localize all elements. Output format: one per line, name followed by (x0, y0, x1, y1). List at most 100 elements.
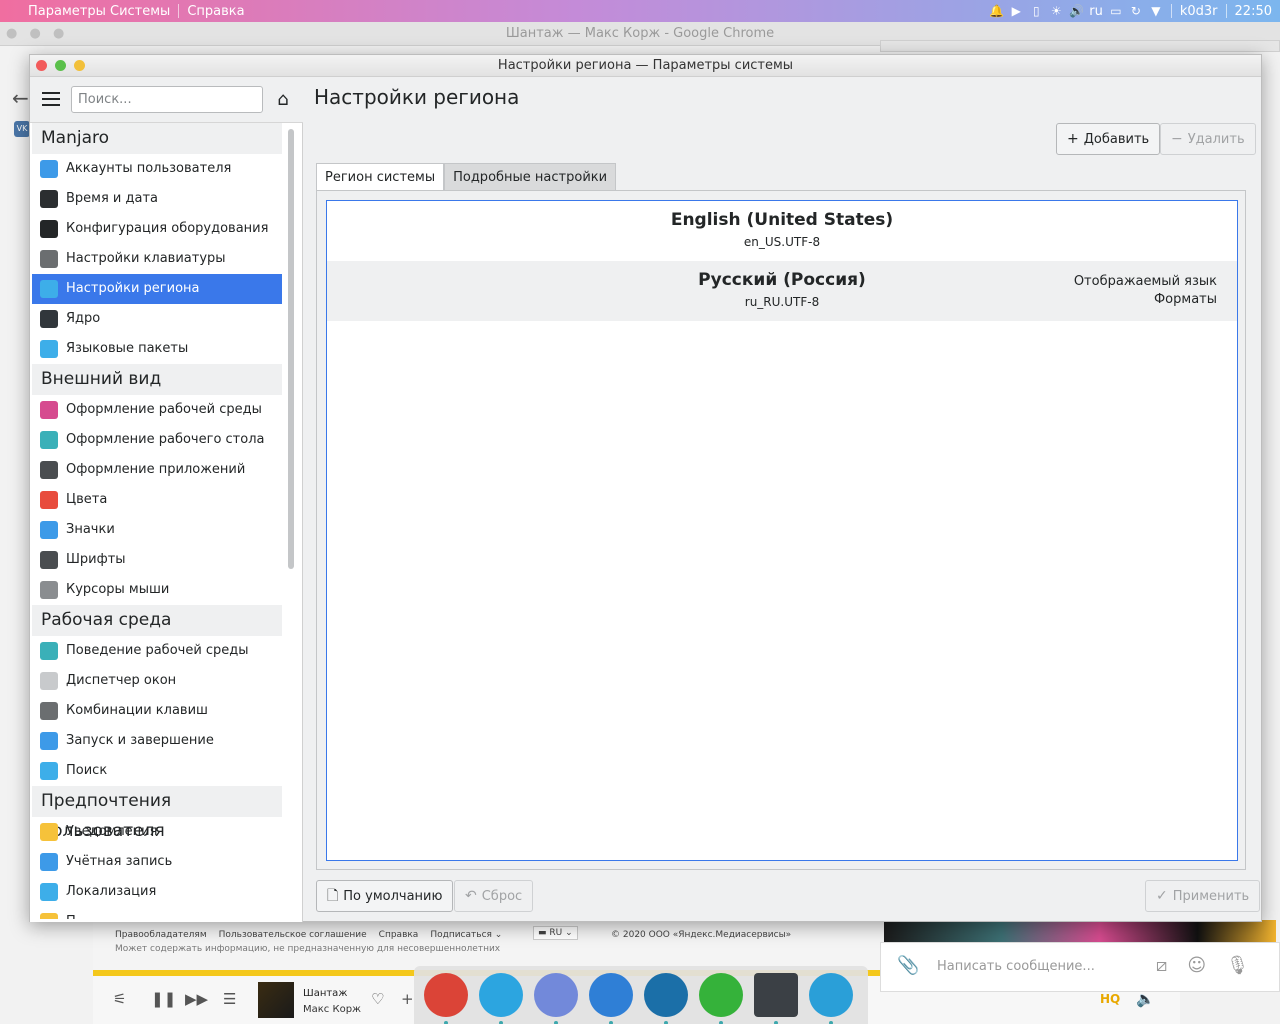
footer-link[interactable]: Подписаться ⌄ (430, 930, 502, 940)
browser-back-icon[interactable]: ← (12, 86, 29, 110)
app-store-icon[interactable] (809, 973, 853, 1024)
messages-icon[interactable]: ▭ (1109, 4, 1123, 18)
home-icon[interactable]: ⌂ (273, 90, 293, 110)
sidebar-item-shortcuts[interactable]: Комбинации клавиш (32, 696, 282, 726)
sidebar-item-clock[interactable]: Время и дата (32, 184, 282, 214)
sidebar-item-workspace-theme[interactable]: Оформление рабочей среды (32, 395, 282, 425)
partial-item-icon (40, 913, 58, 919)
system-settings-icon[interactable] (754, 973, 798, 1024)
search-input[interactable] (71, 86, 263, 113)
footer-link[interactable]: Справка (379, 930, 419, 940)
window-minimize-button[interactable] (55, 60, 66, 71)
apply-button-label: Применить (1172, 889, 1250, 904)
tab-system-region[interactable]: Регион системы (316, 163, 445, 191)
locale-row-en-us[interactable]: English (United States) en_US.UTF-8 (327, 201, 1237, 261)
quality-badge[interactable]: HQ (1100, 992, 1120, 1006)
playlist-icon[interactable]: ☰ (223, 990, 236, 1008)
defaults-button[interactable]: 🗋 По умолчанию (316, 880, 454, 912)
menu-system-settings[interactable]: Параметры Системы (22, 4, 176, 19)
apply-button[interactable]: ✓ Применить (1145, 880, 1261, 912)
notifications-icon[interactable]: 🔔 (989, 4, 1004, 18)
locale-row-ru-ru[interactable]: Русский (Россия) ru_RU.UTF-8 Отображаемы… (327, 261, 1237, 321)
sidebar-item-localization[interactable]: Локализация (32, 877, 282, 907)
vk-logo-icon[interactable]: VK (14, 121, 30, 137)
sidebar-item-label: Поведение рабочей среды (66, 643, 249, 658)
telegram-icon[interactable] (479, 973, 523, 1024)
clipboard-icon[interactable]: ▯ (1029, 4, 1043, 18)
footer-language-select[interactable]: ▬ RU ⌄ (533, 926, 578, 940)
emoji-icon[interactable]: ☺ (1187, 955, 1206, 976)
like-icon[interactable]: ♡ (371, 990, 384, 1008)
keyboard-layout[interactable]: ru (1089, 4, 1103, 19)
equalizer-icon[interactable]: ⚟ (113, 990, 126, 1008)
sidebar-item-label: Локализация (66, 884, 157, 899)
sidebar-item-startup[interactable]: Запуск и завершение (32, 726, 282, 756)
chrome-window-controls[interactable]: ● ● ● (6, 22, 68, 46)
tray-expand-icon[interactable]: ▼ (1149, 4, 1163, 18)
files-icon[interactable] (589, 973, 633, 1024)
attach-icon[interactable]: 📎 (897, 955, 919, 976)
volume-icon[interactable]: 🔊 (1069, 4, 1084, 18)
sidebar-item-keyboard[interactable]: Настройки клавиатуры (32, 244, 282, 274)
remove-button[interactable]: − Удалить (1160, 123, 1256, 155)
sidebar-item-region[interactable]: Настройки региона (32, 274, 282, 304)
locale-tag-display-language: Отображаемый язык (1073, 274, 1217, 289)
clock[interactable]: 22:50 (1235, 4, 1272, 19)
sidebar-item-bell[interactable]: Уведомления (32, 817, 282, 847)
sidebar-item-label: Оформление рабочего стола (66, 432, 265, 447)
sidebar-item-icons[interactable]: Значки (32, 515, 282, 545)
sidebar-item-label: Аккаунты пользователя (66, 161, 232, 176)
track-title[interactable]: Шантаж (303, 988, 347, 999)
discord-icon[interactable] (534, 973, 578, 1024)
sidebar-item-colors[interactable]: Цвета (32, 485, 282, 515)
sidebar-item-language-packs[interactable]: Языковые пакеты (32, 334, 282, 364)
sidebar-item-desktop-theme[interactable]: Оформление рабочего стола (32, 425, 282, 455)
checkmark-icon: ✓ (1156, 888, 1168, 904)
tab-detailed-settings[interactable]: Подробные настройки (444, 163, 617, 191)
tab-bar: Регион системы Подробные настройки (316, 163, 617, 191)
commands-icon[interactable]: ⧄ (1156, 955, 1167, 976)
user-name[interactable]: k0d3r (1180, 4, 1218, 19)
locale-list[interactable]: English (United States) en_US.UTF-8 Русс… (326, 200, 1238, 861)
steam-icon[interactable] (644, 973, 688, 1024)
window-close-button[interactable] (36, 60, 47, 71)
reset-button[interactable]: ↶ Сброс (454, 880, 534, 912)
locale-code: ru_RU.UTF-8 (744, 295, 820, 309)
sidebar-item-fonts[interactable]: Шрифты (32, 545, 282, 575)
sidebar-item-app-style[interactable]: Оформление приложений (32, 455, 282, 485)
brightness-icon[interactable]: ☀ (1049, 4, 1063, 18)
add-button[interactable]: + Добавить (1056, 123, 1161, 155)
add-to-playlist-icon[interactable]: + (401, 990, 414, 1008)
footer-link[interactable]: Правообладателям (115, 930, 207, 940)
sidebar-item-hardware[interactable]: Конфигурация оборудования (32, 214, 282, 244)
message-input[interactable]: Написать сообщение... (937, 959, 1095, 974)
sidebar-item-label: Цвета (66, 492, 108, 507)
player-volume-icon[interactable]: 🔈 (1136, 990, 1155, 1008)
sidebar-item-kernel[interactable]: Ядро (32, 304, 282, 334)
sidebar-item-partial-item[interactable]: П... (32, 907, 282, 919)
sidebar-item-workspace-behavior[interactable]: Поведение рабочей среды (32, 636, 282, 666)
footer-link[interactable]: Пользовательское соглашение (219, 930, 367, 940)
window-maximize-button[interactable] (74, 60, 85, 71)
document-icon: 🗋 (327, 888, 339, 904)
sidebar-item-account[interactable]: Учётная запись (32, 847, 282, 877)
sidebar-item-label: Оформление рабочей среды (66, 402, 262, 417)
hamburger-menu-icon[interactable] (42, 92, 60, 106)
menu-help[interactable]: Справка (181, 4, 250, 19)
track-artist[interactable]: Макс Корж (303, 1004, 361, 1015)
window-titlebar[interactable]: Настройки региона — Параметры системы (30, 55, 1261, 77)
next-track-icon[interactable]: ▶▶ (185, 990, 208, 1008)
downloader-icon[interactable] (699, 973, 743, 1024)
sidebar-scrollbar[interactable] (288, 129, 294, 569)
updates-icon[interactable]: ↻ (1129, 4, 1143, 18)
sidebar-item-user-accounts[interactable]: Аккаунты пользователя (32, 154, 282, 184)
sidebar-item-window-manager[interactable]: Диспетчер окон (32, 666, 282, 696)
microphone-icon[interactable]: 🎙 (1226, 955, 1249, 976)
chrome-icon[interactable] (424, 973, 468, 1024)
sidebar-item-search-settings[interactable]: Поиск (32, 756, 282, 786)
album-cover[interactable] (258, 982, 294, 1018)
media-play-icon[interactable]: ▶ (1009, 4, 1023, 18)
footer-copyright: © 2020 ООО «Яндекс.Медиасервисы» (611, 930, 792, 940)
pause-icon[interactable]: ❚❚ (151, 990, 176, 1008)
sidebar-item-cursor[interactable]: Курсоры мыши (32, 575, 282, 605)
